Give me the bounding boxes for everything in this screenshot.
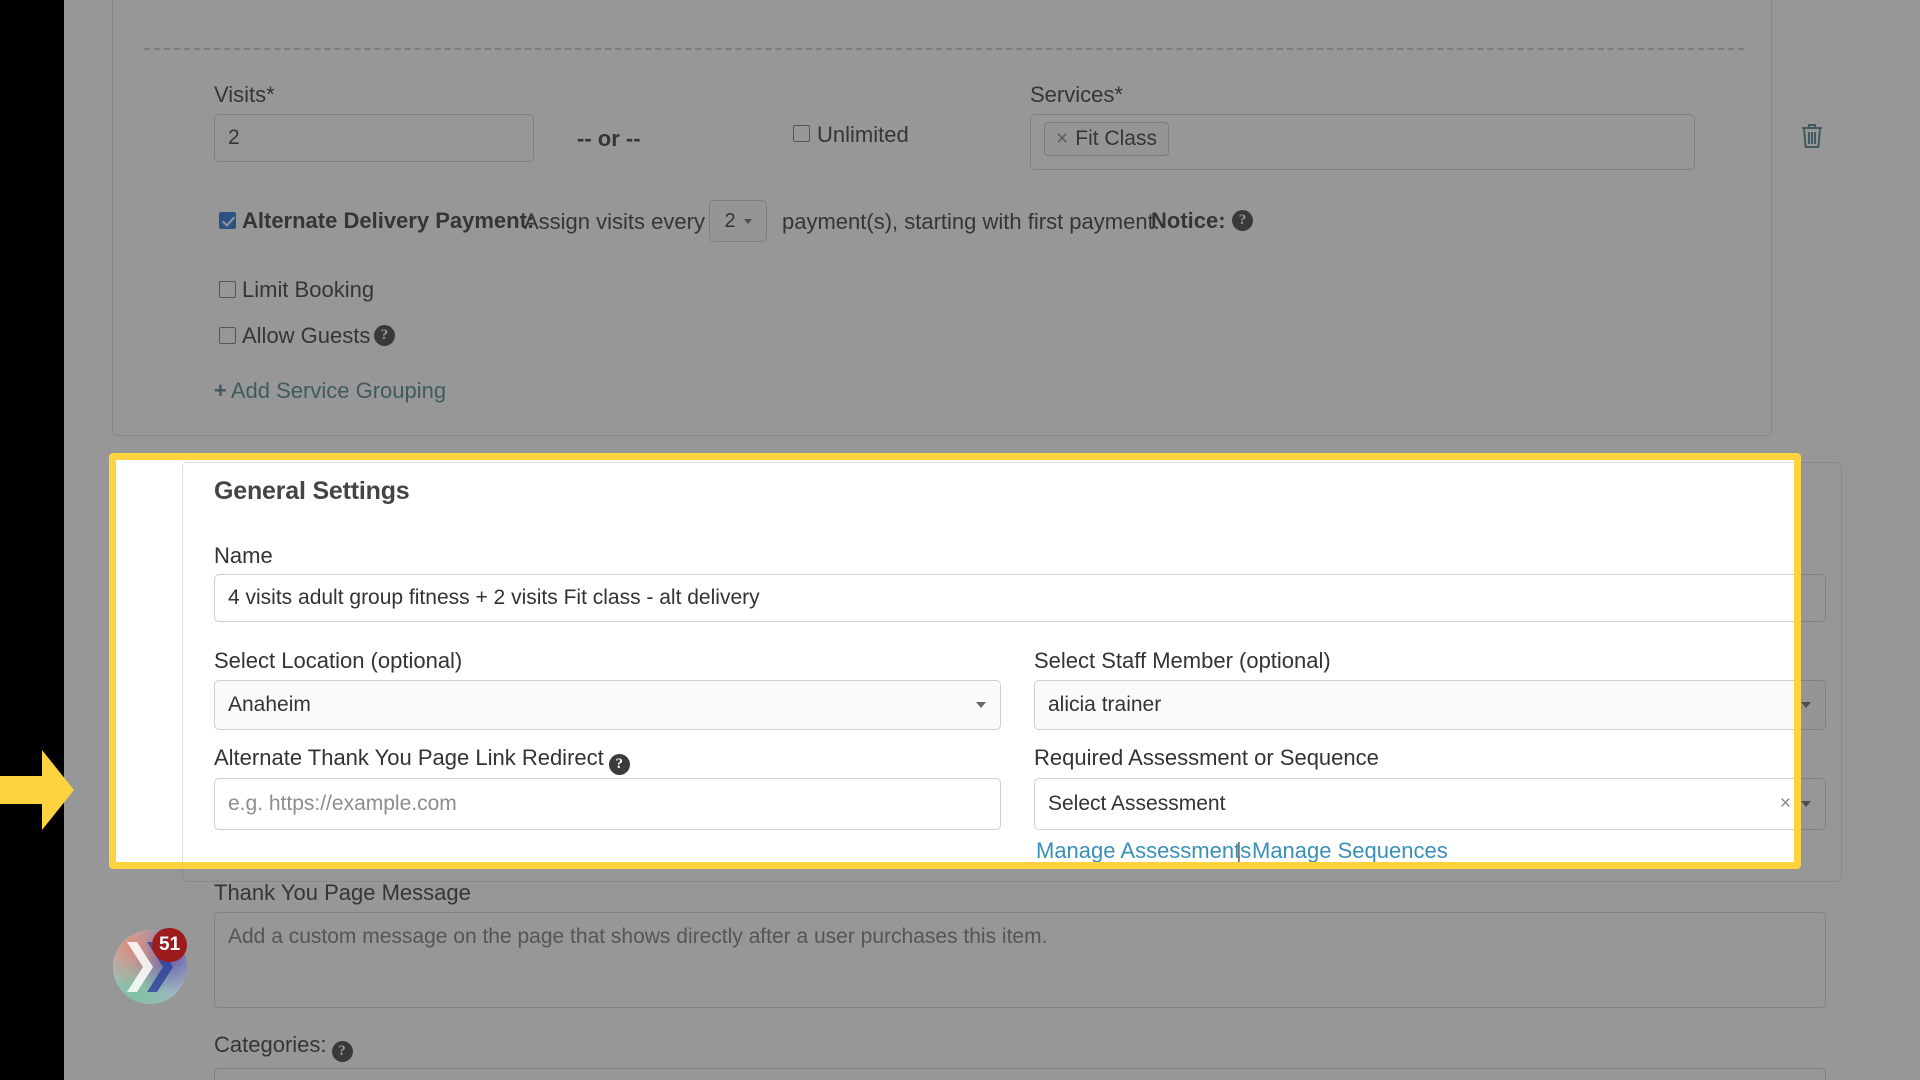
staff-select[interactable]: alicia trainer <box>1034 680 1826 730</box>
visits-input[interactable]: 2 <box>214 114 534 162</box>
redirect-help-icon[interactable]: ? <box>608 754 630 775</box>
staff-value: alicia trainer <box>1048 693 1162 716</box>
categories-label-text: Categories: <box>214 1032 327 1057</box>
limit-booking-checkbox[interactable] <box>219 281 236 298</box>
allow-guests-label: Allow Guests <box>242 323 371 348</box>
categories-help-icon[interactable]: ? <box>331 1041 353 1062</box>
chip-label: Fit Class <box>1075 127 1157 150</box>
chevron-down-icon <box>1801 801 1811 807</box>
categories-input[interactable] <box>214 1068 1826 1080</box>
visits-label: Visits* <box>214 82 275 107</box>
section-divider <box>144 48 1744 50</box>
redirect-label: Alternate Thank You Page Link Redirect? <box>214 745 630 775</box>
plus-icon: + <box>214 378 227 403</box>
left-gutter <box>0 0 64 1080</box>
allow-guests-checkbox[interactable] <box>219 327 236 344</box>
categories-label: Categories:? <box>214 1032 353 1062</box>
delete-grouping-icon[interactable] <box>1799 122 1825 150</box>
add-service-grouping-link[interactable]: + Add Service Grouping <box>214 378 446 404</box>
or-separator: -- or -- <box>577 126 641 151</box>
manage-sequences-link[interactable]: Manage Sequences <box>1252 838 1448 864</box>
manage-assessments-link[interactable]: Manage Assessments <box>1036 838 1251 864</box>
assign-visits-text: Assign visits every <box>524 209 705 234</box>
allow-guests-help-icon[interactable]: ? <box>374 325 395 346</box>
alternate-delivery-label: Alternate Delivery Payment: <box>242 208 535 233</box>
chevron-down-icon <box>976 702 986 708</box>
arrow-right-icon <box>0 750 74 830</box>
payment-count-value: 2 <box>724 209 736 232</box>
notice-help-icon[interactable]: ? <box>1232 210 1253 231</box>
name-input[interactable]: 4 visits adult group fitness + 2 visits … <box>214 574 1826 622</box>
assessment-select[interactable]: Select Assessment × <box>1034 778 1826 830</box>
service-chip[interactable]: × Fit Class <box>1044 122 1169 156</box>
general-settings-title: General Settings <box>202 477 422 506</box>
assessment-value: Select Assessment <box>1048 792 1226 815</box>
add-service-grouping-label: Add Service Grouping <box>230 378 447 403</box>
limit-booking-label: Limit Booking <box>242 277 375 302</box>
chevron-down-icon <box>743 218 752 224</box>
app-page: Visits* 2 -- or -- Unlimited Services* ×… <box>64 0 1920 1080</box>
name-label: Name <box>214 543 273 568</box>
manage-links-separator: | <box>1236 838 1242 863</box>
unlimited-checkbox[interactable] <box>793 125 810 142</box>
chevron-down-icon <box>1801 702 1811 708</box>
unlimited-label: Unlimited <box>817 122 909 147</box>
location-label: Select Location (optional) <box>214 648 463 673</box>
alternate-delivery-checkbox[interactable] <box>219 212 236 229</box>
clear-icon[interactable]: × <box>1780 793 1791 815</box>
location-value: Anaheim <box>228 693 311 716</box>
payment-count-select[interactable]: 2 <box>709 200 767 242</box>
chip-remove-icon[interactable]: × <box>1056 127 1068 151</box>
redirect-input[interactable]: e.g. https://example.com <box>214 778 1001 830</box>
staff-label: Select Staff Member (optional) <box>1034 648 1331 673</box>
thank-you-message-textarea[interactable] <box>214 912 1826 1008</box>
assessment-label: Required Assessment or Sequence <box>1034 745 1379 770</box>
redirect-label-text: Alternate Thank You Page Link Redirect <box>214 745 604 770</box>
chat-widget-badge: 51 <box>152 928 188 962</box>
notice-label: Notice: <box>1151 208 1226 233</box>
payment-suffix-text: payment(s), starting with first payment. <box>782 209 1160 234</box>
services-label: Services* <box>1030 82 1123 107</box>
location-select[interactable]: Anaheim <box>214 680 1001 730</box>
thank-you-message-label: Thank You Page Message <box>214 880 471 905</box>
